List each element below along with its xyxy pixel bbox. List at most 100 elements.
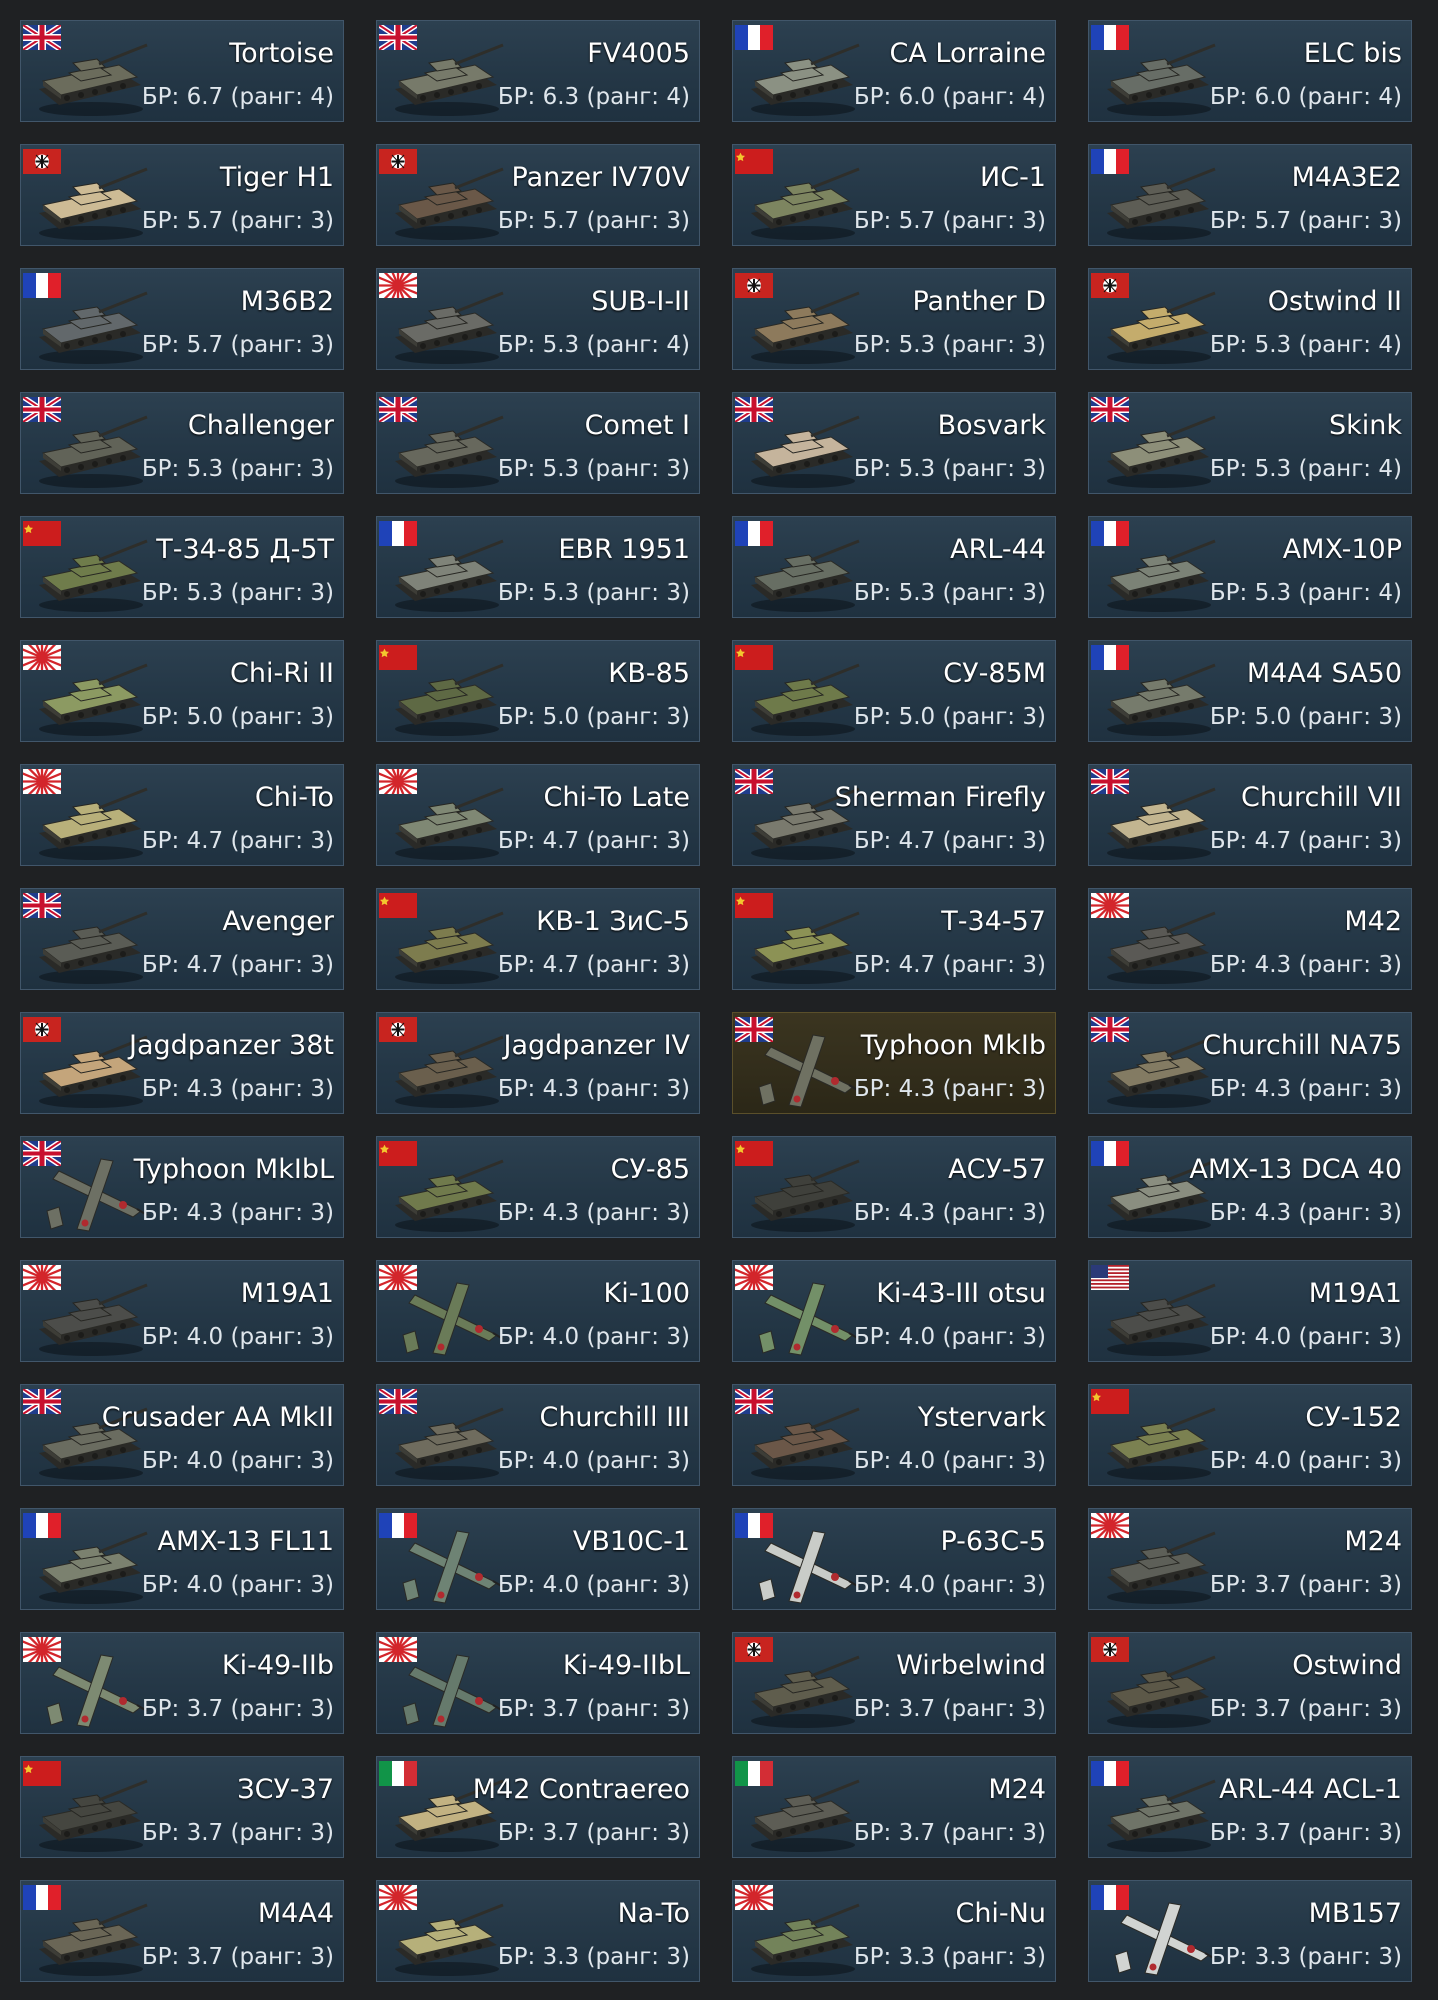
- battle-rating: БР: 4.3 (ранг: 3): [497, 1200, 690, 1226]
- vehicle-name: СУ-85М: [943, 658, 1046, 689]
- battle-rating: БР: 3.7 (ранг: 3): [853, 1696, 1046, 1722]
- vehicle-card[interactable]: Panzer IV70V БР: 5.7 (ранг: 3): [376, 144, 700, 246]
- vehicle-card[interactable]: Churchill III БР: 4.0 (ранг: 3): [376, 1384, 700, 1486]
- vehicle-name: Ki-100: [603, 1278, 690, 1309]
- br-value: 3.3: [542, 1944, 580, 1970]
- vehicle-card[interactable]: M24 БР: 3.7 (ранг: 3): [732, 1756, 1056, 1858]
- vehicle-card[interactable]: КВ-1 ЗиС-5 БР: 4.7 (ранг: 3): [376, 888, 700, 990]
- vehicle-card[interactable]: SUB-I-II БР: 5.3 (ранг: 4): [376, 268, 700, 370]
- vehicle-card[interactable]: Crusader AA MkII БР: 4.0 (ранг: 3): [20, 1384, 344, 1486]
- vehicle-card[interactable]: Ki-49-IIbL БР: 3.7 (ранг: 3): [376, 1632, 700, 1734]
- vehicle-card[interactable]: Ystervark БР: 4.0 (ранг: 3): [732, 1384, 1056, 1486]
- vehicle-card[interactable]: MB157 БР: 3.3 (ранг: 3): [1088, 1880, 1412, 1982]
- vehicle-card[interactable]: ARL-44 ACL-1 БР: 3.7 (ранг: 3): [1088, 1756, 1412, 1858]
- vehicle-card[interactable]: AMX-13 FL11 БР: 4.0 (ранг: 3): [20, 1508, 344, 1610]
- vehicle-card[interactable]: Ostwind II БР: 5.3 (ранг: 4): [1088, 268, 1412, 370]
- vehicle-card[interactable]: Bosvark БР: 5.3 (ранг: 3): [732, 392, 1056, 494]
- vehicle-card[interactable]: СУ-85М БР: 5.0 (ранг: 3): [732, 640, 1056, 742]
- vehicle-card[interactable]: M4A3E2 БР: 5.7 (ранг: 3): [1088, 144, 1412, 246]
- ussr-flag-icon: [379, 893, 417, 918]
- vehicle-card[interactable]: VB10C-1 БР: 4.0 (ранг: 3): [376, 1508, 700, 1610]
- br-value: 4.7: [1254, 828, 1292, 854]
- vehicle-card[interactable]: P-63C-5 БР: 4.0 (ранг: 3): [732, 1508, 1056, 1610]
- vehicle-card[interactable]: M36B2 БР: 5.7 (ранг: 3): [20, 268, 344, 370]
- uk-flag-icon: [21, 394, 63, 425]
- vehicle-card[interactable]: Wirbelwind БР: 3.7 (ранг: 3): [732, 1632, 1056, 1734]
- vehicle-card[interactable]: FV4005 БР: 6.3 (ранг: 4): [376, 20, 700, 122]
- vehicle-card[interactable]: ЗСУ-37 БР: 3.7 (ранг: 3): [20, 1756, 344, 1858]
- vehicle-card[interactable]: Chi-To БР: 4.7 (ранг: 3): [20, 764, 344, 866]
- vehicle-card[interactable]: AMX-13 DCA 40 БР: 4.3 (ранг: 3): [1088, 1136, 1412, 1238]
- vehicle-card[interactable]: M42 Contraereo БР: 3.7 (ранг: 3): [376, 1756, 700, 1858]
- rank-label: ранг:: [239, 1572, 304, 1598]
- vehicle-card[interactable]: M4A4 БР: 3.7 (ранг: 3): [20, 1880, 344, 1982]
- vehicle-card[interactable]: СУ-85 БР: 4.3 (ранг: 3): [376, 1136, 700, 1238]
- vehicle-name: Chi-To: [254, 782, 334, 813]
- vehicle-card[interactable]: Chi-Ri II БР: 5.0 (ранг: 3): [20, 640, 344, 742]
- vehicle-card[interactable]: M24 БР: 3.7 (ранг: 3): [1088, 1508, 1412, 1610]
- battle-rating: БР: 4.3 (ранг: 3): [1209, 1200, 1402, 1226]
- vehicle-card[interactable]: СУ-152 БР: 4.0 (ранг: 3): [1088, 1384, 1412, 1486]
- vehicle-card[interactable]: M42 БР: 4.3 (ранг: 3): [1088, 888, 1412, 990]
- ussr-flag-icon: [1091, 1389, 1129, 1414]
- uk-flag-icon: [377, 22, 419, 53]
- vehicle-card[interactable]: Avenger БР: 4.7 (ранг: 3): [20, 888, 344, 990]
- vehicle-card[interactable]: Chi-To Late БР: 4.7 (ранг: 3): [376, 764, 700, 866]
- vehicle-card[interactable]: Tiger H1 БР: 5.7 (ранг: 3): [20, 144, 344, 246]
- vehicle-card[interactable]: Typhoon MkIbL БР: 4.3 (ранг: 3): [20, 1136, 344, 1238]
- br-label: БР:: [1209, 1820, 1248, 1846]
- vehicle-card[interactable]: Chi-Nu БР: 3.3 (ранг: 3): [732, 1880, 1056, 1982]
- vehicle-name: Typhoon MkIbL: [133, 1154, 334, 1185]
- italy-flag-icon: [379, 1761, 417, 1786]
- france-flag-icon: [23, 273, 61, 298]
- rank-label: ранг:: [239, 1200, 304, 1226]
- vehicle-card[interactable]: Skink БР: 5.3 (ранг: 4): [1088, 392, 1412, 494]
- vehicle-card[interactable]: M19A1 БР: 4.0 (ранг: 3): [20, 1260, 344, 1362]
- vehicle-card[interactable]: Tortoise БР: 6.7 (ранг: 4): [20, 20, 344, 122]
- rank-value: 3: [1022, 1200, 1038, 1226]
- vehicle-card[interactable]: EBR 1951 БР: 5.3 (ранг: 3): [376, 516, 700, 618]
- br-label: БР:: [141, 1200, 180, 1226]
- br-value: 6.3: [542, 84, 580, 110]
- vehicle-card[interactable]: Typhoon MkIb БР: 4.3 (ранг: 3): [732, 1012, 1056, 1114]
- vehicle-card[interactable]: АСУ-57 БР: 4.3 (ранг: 3): [732, 1136, 1056, 1238]
- br-value: 4.7: [898, 952, 936, 978]
- vehicle-card[interactable]: Ki-49-IIb БР: 3.7 (ранг: 3): [20, 1632, 344, 1734]
- vehicle-card[interactable]: Т-34-85 Д-5Т БР: 5.3 (ранг: 3): [20, 516, 344, 618]
- vehicle-card[interactable]: AMX-10P БР: 5.3 (ранг: 4): [1088, 516, 1412, 618]
- vehicle-card[interactable]: CA Lorraine БР: 6.0 (ранг: 4): [732, 20, 1056, 122]
- vehicle-card[interactable]: ELC bis БР: 6.0 (ранг: 4): [1088, 20, 1412, 122]
- vehicle-card[interactable]: Challenger БР: 5.3 (ранг: 3): [20, 392, 344, 494]
- br-label: БР:: [1209, 1696, 1248, 1722]
- vehicle-card[interactable]: Panther D БР: 5.3 (ранг: 3): [732, 268, 1056, 370]
- vehicle-card[interactable]: Ki-43-III otsu БР: 4.0 (ранг: 3): [732, 1260, 1056, 1362]
- br-label: БР:: [853, 952, 892, 978]
- battle-rating: БР: 3.7 (ранг: 3): [497, 1820, 690, 1846]
- battle-rating: БР: 3.3 (ранг: 3): [497, 1944, 690, 1970]
- vehicle-card[interactable]: КВ-85 БР: 5.0 (ранг: 3): [376, 640, 700, 742]
- vehicle-name: SUB-I-II: [591, 286, 690, 317]
- uk-flag-icon: [21, 22, 63, 53]
- vehicle-card[interactable]: ARL-44 БР: 5.3 (ранг: 3): [732, 516, 1056, 618]
- vehicle-card[interactable]: Na-To БР: 3.3 (ранг: 3): [376, 1880, 700, 1982]
- vehicle-card[interactable]: Jagdpanzer IV БР: 4.3 (ранг: 3): [376, 1012, 700, 1114]
- vehicle-card[interactable]: M4A4 SA50 БР: 5.0 (ранг: 3): [1088, 640, 1412, 742]
- br-label: БР:: [497, 456, 536, 482]
- br-value: 3.7: [1254, 1696, 1292, 1722]
- ussr-flag-icon: [735, 149, 773, 174]
- vehicle-card[interactable]: M19A1 БР: 4.0 (ранг: 3): [1088, 1260, 1412, 1362]
- vehicle-card[interactable]: Comet I БР: 5.3 (ранг: 3): [376, 392, 700, 494]
- vehicle-card[interactable]: Jagdpanzer 38t БР: 4.3 (ранг: 3): [20, 1012, 344, 1114]
- vehicle-card[interactable]: Churchill NA75 БР: 4.3 (ранг: 3): [1088, 1012, 1412, 1114]
- br-label: БР:: [853, 332, 892, 358]
- vehicle-card[interactable]: Churchill VII БР: 4.7 (ранг: 3): [1088, 764, 1412, 866]
- vehicle-card[interactable]: Ostwind БР: 3.7 (ранг: 3): [1088, 1632, 1412, 1734]
- vehicle-card[interactable]: Ki-100 БР: 4.0 (ранг: 3): [376, 1260, 700, 1362]
- vehicle-name: CA Lorraine: [889, 38, 1047, 69]
- vehicle-card[interactable]: Т-34-57 БР: 4.7 (ранг: 3): [732, 888, 1056, 990]
- vehicle-card[interactable]: ИС-1 БР: 5.7 (ранг: 3): [732, 144, 1056, 246]
- japan-flag-icon: [377, 1881, 428, 1928]
- vehicle-card[interactable]: Sherman Firefly БР: 4.7 (ранг: 3): [732, 764, 1056, 866]
- ussr-flag-icon: [735, 1141, 773, 1166]
- br-value: 5.3: [1254, 456, 1292, 482]
